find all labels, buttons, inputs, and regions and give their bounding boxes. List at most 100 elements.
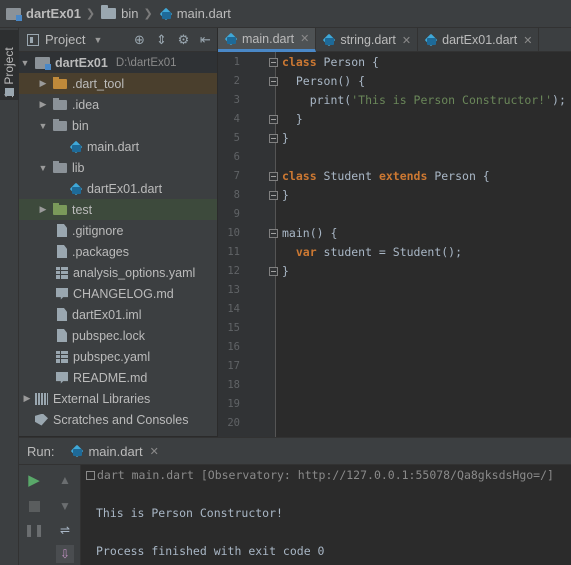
line-number: 11 [227, 246, 240, 258]
run-tab-label: main.dart [88, 443, 143, 459]
dart-file-icon [322, 33, 336, 47]
navigation-bar: dartEx01 ❯ bin ❯ main.dart [0, 0, 571, 28]
tree-item-label: bin [72, 118, 89, 133]
project-tool-tab[interactable]: 1: Project [0, 30, 19, 100]
code-editor[interactable]: 1 2 3 4 5 6 7 8 9 10 11 12 13 14 15 16 1… [218, 52, 571, 437]
expand-arrow-icon[interactable]: ▼ [37, 163, 49, 173]
tree-item-label: pubspec.yaml [73, 349, 151, 364]
fold-marker-icon[interactable] [269, 77, 278, 86]
close-icon[interactable]: ✕ [523, 34, 532, 47]
tree-root[interactable]: ▼ dartEx01 D:\dartEx01 [19, 52, 217, 73]
code-line: } [282, 264, 289, 278]
tree-item-label: External Libraries [53, 391, 151, 406]
tree-item-lib[interactable]: ▼ lib [19, 157, 217, 178]
fold-marker-icon[interactable] [269, 58, 278, 67]
tree-item-iml[interactable]: dartEx01.iml [19, 304, 217, 325]
collapse-arrow-icon[interactable]: ▶ [37, 204, 49, 215]
console-output-line: This is Person Constructor! [96, 506, 283, 520]
code-text: ); [552, 93, 566, 107]
chevron-down-icon[interactable]: ▼ [93, 35, 102, 45]
tree-item-pubspec-yaml[interactable]: pubspec.yaml [19, 346, 217, 367]
tree-item-label: CHANGELOG.md [73, 286, 174, 301]
close-icon[interactable]: ✕ [402, 34, 411, 47]
file-icon [57, 224, 67, 237]
line-number: 3 [233, 94, 240, 106]
tree-root-path: D:\dartEx01 [115, 56, 177, 69]
pause-icon: ❚❚ [23, 523, 45, 537]
run-toolbar: ▶ ▲ ▼ ❚❚ ⇌ ⇩ [19, 465, 81, 565]
close-icon[interactable]: ✕ [300, 32, 309, 45]
fold-marker-icon[interactable] [269, 172, 278, 181]
console-command-line: dart main.dart [Observatory: http://127.… [86, 468, 554, 482]
tree-item-pubspec-lock[interactable]: pubspec.lock [19, 325, 217, 346]
folder-icon [53, 97, 67, 110]
soft-wrap-button[interactable]: ⇌ [56, 521, 74, 539]
collapse-arrow-icon[interactable]: ▶ [21, 393, 33, 404]
tree-item-bin[interactable]: ▼ bin [19, 115, 217, 136]
folder-icon [53, 160, 67, 173]
tree-item-changelog[interactable]: CHANGELOG.md [19, 283, 217, 304]
keyword: class [282, 55, 317, 69]
fold-marker-icon[interactable] [269, 267, 278, 276]
gear-icon[interactable]: ⚙ [176, 32, 191, 48]
collapse-icon[interactable]: ⇕ [154, 32, 169, 48]
close-icon[interactable]: ✕ [150, 445, 159, 458]
line-number: 8 [233, 189, 240, 201]
tab-label: string.dart [340, 33, 396, 47]
code-line: Person() { [282, 74, 366, 88]
tree-item-external-libraries[interactable]: ▶ External Libraries [19, 388, 217, 409]
tab-dartex01-dart[interactable]: dartEx01.dart ✕ [418, 28, 540, 52]
tree-item-packages[interactable]: .packages [19, 241, 217, 262]
fold-marker-icon[interactable] [269, 191, 278, 200]
stop-button[interactable] [25, 497, 43, 515]
tree-item-main-dart[interactable]: main.dart [19, 136, 217, 157]
tree-item-scratches[interactable]: Scratches and Consoles [19, 409, 217, 430]
breadcrumb-main-dart[interactable]: main.dart [159, 6, 231, 21]
fold-marker-icon[interactable] [269, 134, 278, 143]
markdown-file-icon [56, 371, 68, 384]
tree-item-dart-tool[interactable]: ▶ .dart_tool [19, 73, 217, 94]
breadcrumb-project[interactable]: dartEx01 ❯ [6, 6, 101, 21]
breadcrumb-bin[interactable]: bin ❯ [101, 5, 159, 21]
tree-item-gitignore[interactable]: .gitignore [19, 220, 217, 241]
run-tab-main-dart[interactable]: main.dart ✕ [70, 443, 159, 459]
collapse-arrow-icon[interactable]: ▶ [37, 99, 49, 110]
tab-label: dartEx01.dart [442, 33, 518, 47]
scroll-to-end-button[interactable]: ⇩ [56, 545, 74, 563]
editor-gutter: 1 2 3 4 5 6 7 8 9 10 11 12 13 14 15 16 1… [218, 52, 278, 437]
left-tool-strip: 1: Project [0, 28, 19, 565]
project-icon [27, 33, 39, 46]
line-number: 15 [227, 322, 240, 334]
line-number: 16 [227, 341, 240, 353]
pause-button[interactable]: ❚❚ [23, 521, 45, 539]
fold-marker-icon[interactable] [269, 229, 278, 238]
expand-arrow-icon[interactable]: ▼ [37, 121, 49, 131]
tab-main-dart[interactable]: main.dart ✕ [218, 28, 317, 52]
console-command-text: dart main.dart [Observatory: http://127.… [97, 468, 554, 482]
arrow-down-icon: ▼ [59, 499, 71, 513]
scroll-down-button[interactable]: ▼ [56, 497, 74, 515]
tree-item-label: dartEx01.iml [72, 307, 142, 322]
tree-item-analysis-options[interactable]: analysis_options.yaml [19, 262, 217, 283]
expand-arrow-icon[interactable]: ▼ [19, 58, 31, 68]
line-number: 6 [233, 151, 240, 163]
scroll-up-button[interactable]: ▲ [56, 471, 74, 489]
target-icon[interactable]: ⊕ [132, 32, 147, 48]
chevron-right-icon: ❯ [143, 8, 153, 20]
tree-item-test[interactable]: ▶ test [19, 199, 217, 220]
tab-string-dart[interactable]: string.dart ✕ [316, 28, 419, 52]
project-view-selector[interactable]: Project [45, 32, 85, 47]
fold-marker-icon[interactable] [269, 115, 278, 124]
rerun-button[interactable]: ▶ [25, 471, 43, 489]
tree-item-label: dartEx01.dart [87, 181, 163, 196]
collapse-arrow-icon[interactable]: ▶ [37, 78, 49, 89]
hide-icon[interactable]: ⇤ [198, 32, 213, 48]
run-console[interactable]: dart main.dart [Observatory: http://127.… [82, 465, 571, 565]
tree-item-idea[interactable]: ▶ .idea [19, 94, 217, 115]
line-number: 9 [233, 208, 240, 220]
file-icon [57, 308, 67, 321]
file-icon [57, 329, 67, 342]
tab-label: main.dart [242, 31, 295, 46]
tree-item-readme[interactable]: README.md [19, 367, 217, 388]
tree-item-dartex01-dart[interactable]: dartEx01.dart [19, 178, 217, 199]
